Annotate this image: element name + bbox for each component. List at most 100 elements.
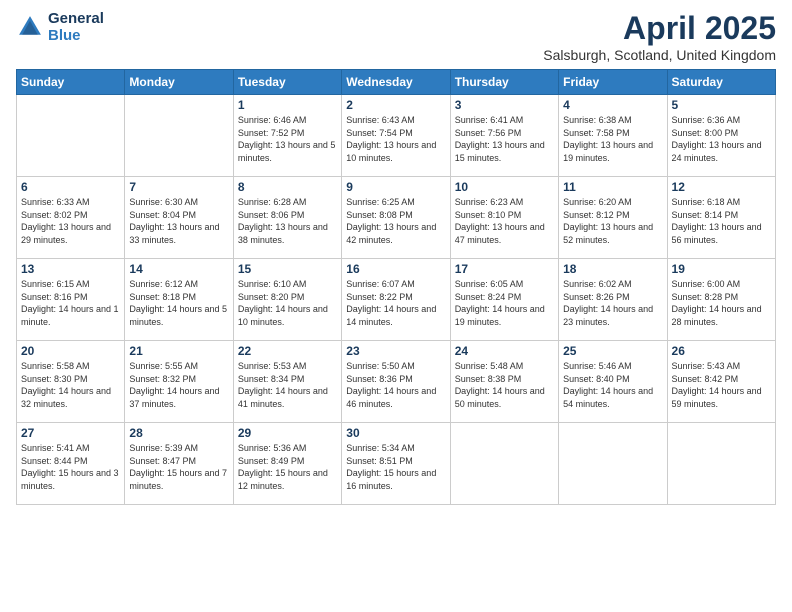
calendar-cell: 14 Sunrise: 6:12 AM Sunset: 8:18 PM Dayli…	[125, 259, 233, 341]
calendar-header-row: SundayMondayTuesdayWednesdayThursdayFrid…	[17, 70, 776, 95]
day-number: 8	[238, 180, 337, 194]
day-info: Sunrise: 6:02 AM Sunset: 8:26 PM Dayligh…	[563, 278, 662, 328]
calendar-cell: 9 Sunrise: 6:25 AM Sunset: 8:08 PM Daylig…	[342, 177, 450, 259]
day-number: 17	[455, 262, 554, 276]
calendar-cell	[450, 423, 558, 505]
day-info: Sunrise: 5:39 AM Sunset: 8:47 PM Dayligh…	[129, 442, 228, 492]
day-number: 30	[346, 426, 445, 440]
subtitle: Salsburgh, Scotland, United Kingdom	[543, 47, 776, 63]
calendar-cell: 25Sunrise: 5:46 AM Sunset: 8:40 PM Dayli…	[559, 341, 667, 423]
day-number: 7	[129, 180, 228, 194]
calendar-cell	[125, 95, 233, 177]
calendar-cell	[559, 423, 667, 505]
day-info: Sunrise: 6:20 AM Sunset: 8:12 PM Dayligh…	[563, 196, 662, 246]
day-number: 12	[672, 180, 771, 194]
day-info: Sunrise: 6:36 AM Sunset: 8:00 PM Dayligh…	[672, 114, 771, 164]
calendar-cell	[17, 95, 125, 177]
calendar-cell: 16 Sunrise: 6:07 AM Sunset: 8:22 PM Dayli…	[342, 259, 450, 341]
day-info: Sunrise: 6:43 AM Sunset: 7:54 PM Dayligh…	[346, 114, 445, 164]
calendar-cell: 18 Sunrise: 6:02 AM Sunset: 8:26 PM Dayli…	[559, 259, 667, 341]
day-info: Sunrise: 5:58 AM Sunset: 8:30 PM Dayligh…	[21, 360, 120, 410]
calendar-cell: 11 Sunrise: 6:20 AM Sunset: 8:12 PM Dayli…	[559, 177, 667, 259]
calendar-cell: 29 Sunrise: 5:36 AM Sunset: 8:49 PM Dayli…	[233, 423, 341, 505]
day-info: Sunrise: 5:55 AM Sunset: 8:32 PM Dayligh…	[129, 360, 228, 410]
day-number: 14	[129, 262, 228, 276]
calendar-cell: 15Sunrise: 6:10 AM Sunset: 8:20 PM Dayli…	[233, 259, 341, 341]
day-number: 11	[563, 180, 662, 194]
calendar-cell: 30 Sunrise: 5:34 AM Sunset: 8:51 PM Dayli…	[342, 423, 450, 505]
day-info: Sunrise: 6:05 AM Sunset: 8:24 PM Dayligh…	[455, 278, 554, 328]
day-number: 6	[21, 180, 120, 194]
day-info: Sunrise: 6:41 AM Sunset: 7:56 PM Dayligh…	[455, 114, 554, 164]
calendar-week-row: 27 Sunrise: 5:41 AM Sunset: 8:44 PM Dayli…	[17, 423, 776, 505]
calendar-cell	[667, 423, 775, 505]
day-number: 21	[129, 344, 228, 358]
day-info: Sunrise: 6:15 AM Sunset: 8:16 PM Dayligh…	[21, 278, 120, 328]
day-info: Sunrise: 5:48 AM Sunset: 8:38 PM Dayligh…	[455, 360, 554, 410]
calendar-cell: 28 Sunrise: 5:39 AM Sunset: 8:47 PM Dayli…	[125, 423, 233, 505]
calendar-cell: 6 Sunrise: 6:33 AM Sunset: 8:02 PM Daylig…	[17, 177, 125, 259]
day-number: 4	[563, 98, 662, 112]
header: General Blue April 2025 Salsburgh, Scotl…	[16, 10, 776, 63]
weekday-header: Sunday	[17, 70, 125, 95]
logo-text: General Blue	[48, 10, 104, 44]
logo-icon	[16, 13, 44, 41]
main-title: April 2025	[543, 10, 776, 47]
calendar-cell: 21 Sunrise: 5:55 AM Sunset: 8:32 PM Dayli…	[125, 341, 233, 423]
day-number: 24	[455, 344, 554, 358]
day-info: Sunrise: 5:43 AM Sunset: 8:42 PM Dayligh…	[672, 360, 771, 410]
weekday-header: Tuesday	[233, 70, 341, 95]
day-number: 23	[346, 344, 445, 358]
weekday-header: Thursday	[450, 70, 558, 95]
day-info: Sunrise: 6:38 AM Sunset: 7:58 PM Dayligh…	[563, 114, 662, 164]
day-info: Sunrise: 6:25 AM Sunset: 8:08 PM Dayligh…	[346, 196, 445, 246]
day-info: Sunrise: 5:41 AM Sunset: 8:44 PM Dayligh…	[21, 442, 120, 492]
day-number: 15	[238, 262, 337, 276]
day-number: 18	[563, 262, 662, 276]
day-number: 10	[455, 180, 554, 194]
calendar-cell: 12 Sunrise: 6:18 AM Sunset: 8:14 PM Dayli…	[667, 177, 775, 259]
day-number: 20	[21, 344, 120, 358]
calendar-cell: 4 Sunrise: 6:38 AM Sunset: 7:58 PM Daylig…	[559, 95, 667, 177]
calendar-week-row: 6 Sunrise: 6:33 AM Sunset: 8:02 PM Daylig…	[17, 177, 776, 259]
calendar-cell: 19 Sunrise: 6:00 AM Sunset: 8:28 PM Dayli…	[667, 259, 775, 341]
calendar-cell: 7 Sunrise: 6:30 AM Sunset: 8:04 PM Daylig…	[125, 177, 233, 259]
calendar-cell: 8Sunrise: 6:28 AM Sunset: 8:06 PM Daylig…	[233, 177, 341, 259]
day-number: 9	[346, 180, 445, 194]
calendar-week-row: 13 Sunrise: 6:15 AM Sunset: 8:16 PM Dayli…	[17, 259, 776, 341]
day-number: 22	[238, 344, 337, 358]
day-number: 3	[455, 98, 554, 112]
day-info: Sunrise: 6:12 AM Sunset: 8:18 PM Dayligh…	[129, 278, 228, 328]
calendar-table: SundayMondayTuesdayWednesdayThursdayFrid…	[16, 69, 776, 505]
day-number: 27	[21, 426, 120, 440]
day-number: 5	[672, 98, 771, 112]
day-info: Sunrise: 6:33 AM Sunset: 8:02 PM Dayligh…	[21, 196, 120, 246]
day-number: 13	[21, 262, 120, 276]
weekday-header: Monday	[125, 70, 233, 95]
day-number: 28	[129, 426, 228, 440]
day-info: Sunrise: 5:36 AM Sunset: 8:49 PM Dayligh…	[238, 442, 337, 492]
calendar-cell: 5 Sunrise: 6:36 AM Sunset: 8:00 PM Daylig…	[667, 95, 775, 177]
day-info: Sunrise: 5:50 AM Sunset: 8:36 PM Dayligh…	[346, 360, 445, 410]
day-info: Sunrise: 6:23 AM Sunset: 8:10 PM Dayligh…	[455, 196, 554, 246]
calendar-cell: 22Sunrise: 5:53 AM Sunset: 8:34 PM Dayli…	[233, 341, 341, 423]
calendar-cell: 2 Sunrise: 6:43 AM Sunset: 7:54 PM Daylig…	[342, 95, 450, 177]
day-info: Sunrise: 6:18 AM Sunset: 8:14 PM Dayligh…	[672, 196, 771, 246]
day-info: Sunrise: 6:30 AM Sunset: 8:04 PM Dayligh…	[129, 196, 228, 246]
weekday-header: Wednesday	[342, 70, 450, 95]
calendar-cell: 27 Sunrise: 5:41 AM Sunset: 8:44 PM Dayli…	[17, 423, 125, 505]
weekday-header: Friday	[559, 70, 667, 95]
day-number: 29	[238, 426, 337, 440]
page: General Blue April 2025 Salsburgh, Scotl…	[0, 0, 792, 612]
day-number: 2	[346, 98, 445, 112]
calendar-cell: 1 Sunrise: 6:46 AM Sunset: 7:52 PM Daylig…	[233, 95, 341, 177]
day-number: 19	[672, 262, 771, 276]
calendar-cell: 20 Sunrise: 5:58 AM Sunset: 8:30 PM Dayli…	[17, 341, 125, 423]
day-number: 16	[346, 262, 445, 276]
day-info: Sunrise: 6:46 AM Sunset: 7:52 PM Dayligh…	[238, 114, 337, 164]
day-number: 1	[238, 98, 337, 112]
day-info: Sunrise: 6:00 AM Sunset: 8:28 PM Dayligh…	[672, 278, 771, 328]
day-info: Sunrise: 5:34 AM Sunset: 8:51 PM Dayligh…	[346, 442, 445, 492]
calendar-cell: 3 Sunrise: 6:41 AM Sunset: 7:56 PM Daylig…	[450, 95, 558, 177]
day-info: Sunrise: 6:07 AM Sunset: 8:22 PM Dayligh…	[346, 278, 445, 328]
